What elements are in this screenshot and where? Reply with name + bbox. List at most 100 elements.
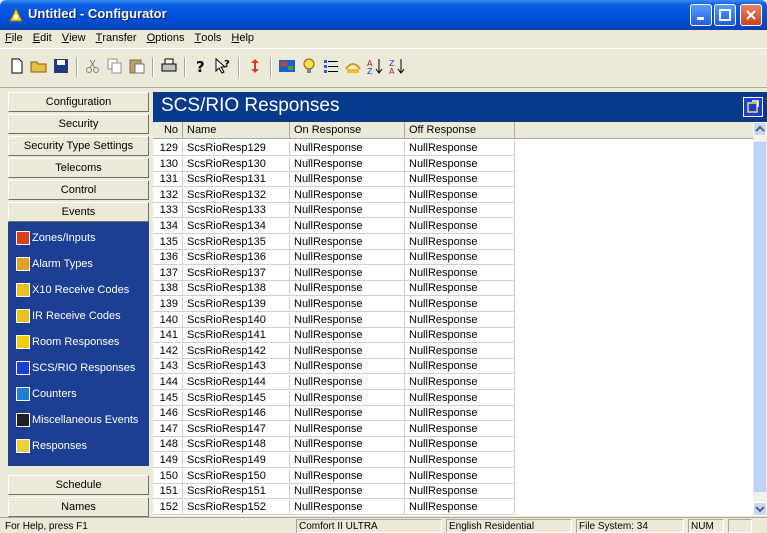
cell-off-response[interactable]: NullResponse <box>405 281 515 297</box>
cell-name[interactable]: ScsRioResp147 <box>183 421 290 437</box>
transfer-icon[interactable] <box>246 57 264 75</box>
cell-on-response[interactable]: NullResponse <box>290 343 405 359</box>
x10-toolbar-icon[interactable] <box>344 57 362 75</box>
table-row[interactable]: 148 ScsRioResp148 NullResponse NullResponse <box>153 437 515 453</box>
cell-no[interactable]: 133 <box>153 203 183 219</box>
cell-on-response[interactable]: NullResponse <box>290 499 405 515</box>
cell-off-response[interactable]: NullResponse <box>405 359 515 375</box>
cell-off-response[interactable]: NullResponse <box>405 250 515 266</box>
table-row[interactable]: 136 ScsRioResp136 NullResponse NullResponse <box>153 250 515 266</box>
scroll-up-button[interactable] <box>753 122 767 136</box>
nav-item-counters[interactable]: Counters <box>16 384 77 404</box>
cell-off-response[interactable]: NullResponse <box>405 343 515 359</box>
menu-tools[interactable]: Tools <box>189 30 226 44</box>
cell-off-response[interactable]: NullResponse <box>405 375 515 390</box>
table-row[interactable]: 146 ScsRioResp146 NullResponse NullResponse <box>153 406 515 422</box>
print-icon[interactable] <box>160 57 178 75</box>
nav-item-x10[interactable]: X10 Receive Codes <box>16 280 129 300</box>
table-row[interactable]: 142 ScsRioResp142 NullResponse NullResponse <box>153 343 515 359</box>
column-header-name[interactable]: Name <box>183 122 290 139</box>
cell-on-response[interactable]: NullResponse <box>290 421 405 437</box>
cell-name[interactable]: ScsRioResp146 <box>183 406 290 422</box>
open-folder-icon[interactable] <box>30 57 48 75</box>
copy-icon[interactable] <box>106 57 124 75</box>
nav-events-button[interactable]: Events <box>8 202 149 222</box>
context-help-icon[interactable]: ? <box>214 57 232 75</box>
cell-no[interactable]: 132 <box>153 187 183 203</box>
cell-no[interactable]: 142 <box>153 343 183 359</box>
cell-name[interactable]: ScsRioResp143 <box>183 359 290 375</box>
cell-no[interactable]: 150 <box>153 468 183 484</box>
cell-on-response[interactable]: NullResponse <box>290 312 405 328</box>
cell-off-response[interactable]: NullResponse <box>405 484 515 500</box>
vertical-scrollbar[interactable] <box>753 122 767 516</box>
cell-on-response[interactable]: NullResponse <box>290 219 405 234</box>
menu-file[interactable]: File <box>0 30 28 44</box>
cell-name[interactable]: ScsRioResp130 <box>183 156 290 172</box>
cell-off-response[interactable]: NullResponse <box>405 203 515 219</box>
table-row[interactable]: 149 ScsRioResp149 NullResponse NullResponse <box>153 453 515 468</box>
nav-item-room[interactable]: Room Responses <box>16 332 119 352</box>
cell-on-response[interactable]: NullResponse <box>290 187 405 203</box>
maximize-button[interactable] <box>714 4 736 26</box>
cell-on-response[interactable]: NullResponse <box>290 297 405 312</box>
cell-off-response[interactable]: NullResponse <box>405 234 515 250</box>
cell-name[interactable]: ScsRioResp151 <box>183 484 290 500</box>
cell-on-response[interactable]: NullResponse <box>290 453 405 468</box>
column-header-off-response[interactable]: Off Response <box>405 122 515 139</box>
bulb-icon[interactable] <box>300 57 318 75</box>
cell-no[interactable]: 137 <box>153 265 183 281</box>
nav-item-misc-events[interactable]: Miscellaneous Events <box>16 410 138 430</box>
menu-view[interactable]: View <box>57 30 91 44</box>
menu-edit[interactable]: Edit <box>28 30 57 44</box>
nav-security-type-button[interactable]: Security Type Settings <box>8 136 149 156</box>
scroll-down-button[interactable] <box>753 502 767 516</box>
table-row[interactable]: 151 ScsRioResp151 NullResponse NullResponse <box>153 484 515 500</box>
table-row[interactable]: 144 ScsRioResp144 NullResponse NullResponse <box>153 375 515 390</box>
column-header-on-response[interactable]: On Response <box>290 122 405 139</box>
cell-on-response[interactable]: NullResponse <box>290 375 405 390</box>
table-row[interactable]: 131 ScsRioResp131 NullResponse NullResponse <box>153 172 515 188</box>
cell-name[interactable]: ScsRioResp139 <box>183 297 290 312</box>
table-row[interactable]: 147 ScsRioResp147 NullResponse NullResponse <box>153 421 515 437</box>
cell-no[interactable]: 134 <box>153 219 183 234</box>
cell-name[interactable]: ScsRioResp150 <box>183 468 290 484</box>
cell-no[interactable]: 144 <box>153 375 183 390</box>
cell-name[interactable]: ScsRioResp140 <box>183 312 290 328</box>
cell-name[interactable]: ScsRioResp141 <box>183 328 290 344</box>
cell-no[interactable]: 147 <box>153 421 183 437</box>
cell-name[interactable]: ScsRioResp152 <box>183 499 290 515</box>
cell-no[interactable]: 140 <box>153 312 183 328</box>
cell-no[interactable]: 129 <box>153 141 183 156</box>
cell-off-response[interactable]: NullResponse <box>405 172 515 188</box>
paste-icon[interactable] <box>128 57 146 75</box>
cell-on-response[interactable]: NullResponse <box>290 156 405 172</box>
cell-on-response[interactable]: NullResponse <box>290 468 405 484</box>
cell-on-response[interactable]: NullResponse <box>290 359 405 375</box>
cell-on-response[interactable]: NullResponse <box>290 484 405 500</box>
nav-item-responses[interactable]: Responses <box>16 436 87 456</box>
cell-name[interactable]: ScsRioResp136 <box>183 250 290 266</box>
cell-name[interactable]: ScsRioResp144 <box>183 375 290 390</box>
cell-name[interactable]: ScsRioResp129 <box>183 141 290 156</box>
minimize-button[interactable] <box>690 4 712 26</box>
table-row[interactable]: 139 ScsRioResp139 NullResponse NullResponse <box>153 297 515 312</box>
cell-on-response[interactable]: NullResponse <box>290 234 405 250</box>
menu-options[interactable]: Options <box>142 30 190 44</box>
save-icon[interactable] <box>52 57 70 75</box>
cell-on-response[interactable]: NullResponse <box>290 437 405 453</box>
table-row[interactable]: 143 ScsRioResp143 NullResponse NullResponse <box>153 359 515 375</box>
table-row[interactable]: 145 ScsRioResp145 NullResponse NullResponse <box>153 390 515 406</box>
cell-off-response[interactable]: NullResponse <box>405 141 515 156</box>
cut-icon[interactable] <box>84 57 102 75</box>
cell-no[interactable]: 149 <box>153 453 183 468</box>
cell-name[interactable]: ScsRioResp134 <box>183 219 290 234</box>
table-row[interactable]: 130 ScsRioResp130 NullResponse NullResponse <box>153 156 515 172</box>
cell-on-response[interactable]: NullResponse <box>290 281 405 297</box>
cell-off-response[interactable]: NullResponse <box>405 328 515 344</box>
cell-off-response[interactable]: NullResponse <box>405 453 515 468</box>
nav-item-zones[interactable]: Zones/Inputs <box>16 228 96 248</box>
table-row[interactable]: 134 ScsRioResp134 NullResponse NullResponse <box>153 219 515 234</box>
cell-no[interactable]: 143 <box>153 359 183 375</box>
cell-off-response[interactable]: NullResponse <box>405 187 515 203</box>
